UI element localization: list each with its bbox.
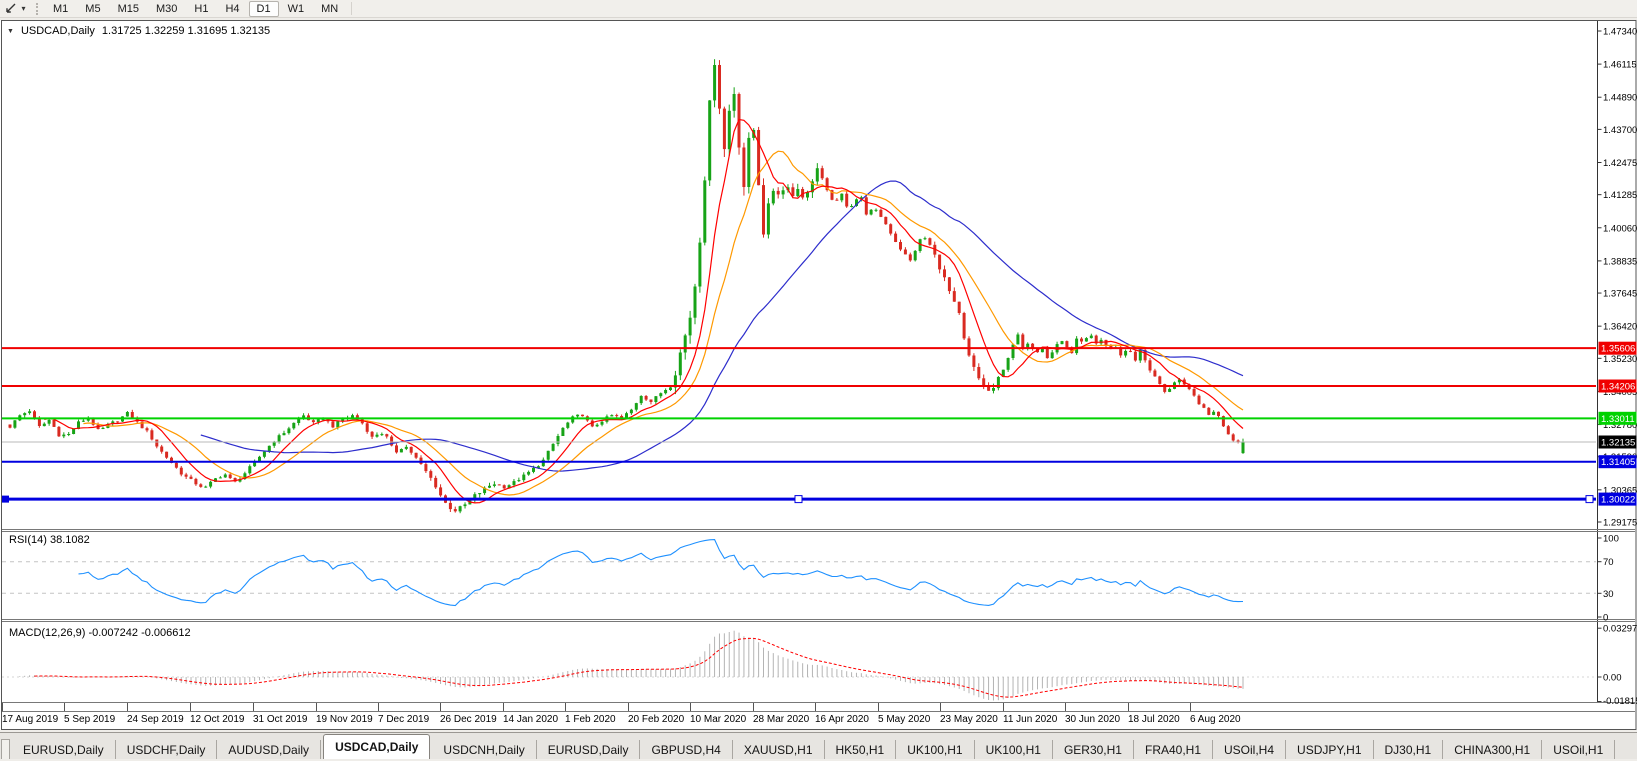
chart-title-symbol: USDCAD,Daily xyxy=(20,25,95,37)
timeframe-button-m5[interactable]: M5 xyxy=(77,1,108,17)
chart-window xyxy=(0,20,1637,730)
chart-tab-usdcnh-daily[interactable]: USDCNH,Daily xyxy=(432,740,537,759)
macd-indicator-label: MACD(12,26,9) -0.007242 -0.006612 xyxy=(9,627,191,639)
timeframe-button-m15[interactable]: M15 xyxy=(110,1,147,17)
dropdown-caret-icon[interactable]: ▾ xyxy=(18,2,29,15)
chart-tab-gbpusd-h4[interactable]: GBPUSD,H4 xyxy=(640,740,733,759)
chart-tab-uk100-h1[interactable]: UK100,H1 xyxy=(896,740,975,759)
timeframe-button-m30[interactable]: M30 xyxy=(148,1,185,17)
chart-tab-ger30-h1[interactable]: GER30,H1 xyxy=(1053,740,1134,759)
chart-tab-bar: EURUSD,Daily USDCHF,Daily AUDUSD,Daily USDC… xyxy=(0,732,1637,759)
timeframe-button-m1[interactable]: M1 xyxy=(45,1,76,17)
timeframe-button-mn[interactable]: MN xyxy=(313,1,346,17)
toolbar-separator xyxy=(351,2,353,15)
chart-tab-usdchf-daily[interactable]: USDCHF,Daily xyxy=(116,740,218,759)
timeframe-buttons: M1 M5 M15 M30 H1 H4 D1 W1 MN xyxy=(45,0,346,17)
chart-tab-usoil-h1[interactable]: USOil,H1 xyxy=(1542,740,1616,759)
timeframe-button-w1[interactable]: W1 xyxy=(280,1,313,17)
timeframe-button-h1[interactable]: H1 xyxy=(186,1,216,17)
rsi-indicator-label: RSI(14) 38.1082 xyxy=(9,534,90,546)
chart-tab-fra40-h1[interactable]: FRA40,H1 xyxy=(1134,740,1214,759)
timeframe-toolbar: ▾ M1 M5 M15 M30 H1 H4 D1 W1 MN xyxy=(0,0,1637,18)
chart-tab-audusd-daily[interactable]: AUDUSD,Daily xyxy=(217,740,322,759)
chart-title: ▼ USDCAD,Daily 1.31725 1.32259 1.31695 1… xyxy=(7,25,270,37)
chart-tab-xauusd-h1[interactable]: XAUUSD,H1 xyxy=(733,740,825,759)
collapse-icon[interactable]: ▼ xyxy=(7,28,14,35)
chart-tab-usdcad-daily[interactable]: USDCAD,Daily xyxy=(323,734,431,759)
timeframe-button-h4[interactable]: H4 xyxy=(217,1,247,17)
toolbar-grip[interactable] xyxy=(36,2,38,15)
chart-tab-uk100-h1[interactable]: UK100,H1 xyxy=(975,740,1053,759)
cursor-tool-icon[interactable] xyxy=(3,2,18,15)
tab-scroll-stub[interactable] xyxy=(1,739,10,759)
chart-tab-usoil-h4[interactable]: USOil,H4 xyxy=(1213,740,1287,759)
cursor-tool-glyph xyxy=(6,3,16,13)
chart-tab-eurusd-daily[interactable]: EURUSD,Daily xyxy=(537,740,641,759)
chart-tab-usdjpy-h1[interactable]: USDJPY,H1 xyxy=(1286,740,1374,759)
chart-tab-eurusd-daily[interactable]: EURUSD,Daily xyxy=(12,740,116,759)
chart-tab-china300-h1[interactable]: CHINA300,H1 xyxy=(1443,740,1543,759)
chart-title-ohlc: 1.31725 1.32259 1.31695 1.32135 xyxy=(101,25,271,37)
chart-tab-dj30-h1[interactable]: DJ30,H1 xyxy=(1374,740,1444,759)
chart-tab-hk50-h1[interactable]: HK50,H1 xyxy=(825,740,897,759)
timeframe-button-d1[interactable]: D1 xyxy=(248,0,279,17)
